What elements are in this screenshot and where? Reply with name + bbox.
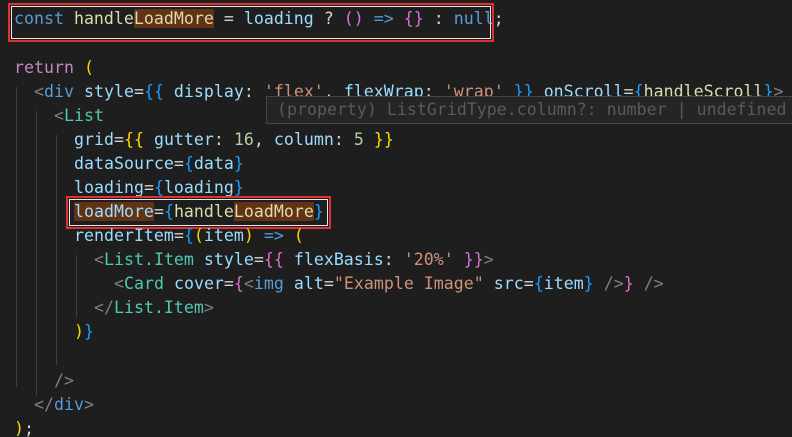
null-keyword: null <box>453 9 494 28</box>
code-line-renderitem[interactable]: renderItem={(item) => ( <box>74 224 304 248</box>
const-keyword: const <box>14 9 64 28</box>
code-line-paren-close[interactable]: )} <box>74 320 94 344</box>
code-line-grid[interactable]: grid={{ gutter: 16, column: 5 }} <box>74 128 394 152</box>
code-line-listitem-close[interactable]: </List.Item> <box>94 296 214 320</box>
indent-guide-2 <box>36 111 37 396</box>
card-tag: Card <box>124 274 164 293</box>
indent-guide-1 <box>16 87 17 387</box>
list-tag: List <box>64 106 104 125</box>
code-line-end[interactable]: ); <box>14 417 34 437</box>
code-line-list-close[interactable]: /> <box>54 369 74 393</box>
handleloadmore-name: handleLoadMore <box>73 9 214 28</box>
code-line-return[interactable]: return ( <box>14 56 94 80</box>
code-line-loading[interactable]: loading={loading} <box>74 176 244 200</box>
column-property: column <box>273 130 334 149</box>
code-line-card[interactable]: <Card cover={<img alt="Example Image" sr… <box>114 272 664 296</box>
code-line-list[interactable]: <List <box>54 104 104 128</box>
code-line-listitem[interactable]: <List.Item style={{ flexBasis: '20%' }}> <box>94 248 494 272</box>
return-keyword: return <box>14 58 74 77</box>
loadmore-highlight: LoadMore <box>133 9 214 28</box>
div-tag: div <box>44 82 74 101</box>
indent-guide-3 <box>56 135 57 365</box>
list-item-tag: List.Item <box>104 250 194 269</box>
indent-guide-4 <box>76 255 77 317</box>
code-line-datasource[interactable]: dataSource={data} <box>74 152 244 176</box>
loadmore-attr-highlight: loadMore <box>74 202 154 221</box>
code-line-div-close[interactable]: </div> <box>34 393 94 417</box>
loadmore-value-highlight: LoadMore <box>233 202 314 221</box>
img-tag: img <box>253 274 284 293</box>
hover-hint: (property) ListGridType.column?: number … <box>266 96 792 124</box>
code-line-loadmore[interactable]: loadMore={handleLoadMore} <box>74 200 324 224</box>
loading-variable: loading <box>243 9 314 28</box>
code-line-1[interactable]: const handleLoadMore = loading ? () => {… <box>14 7 504 31</box>
